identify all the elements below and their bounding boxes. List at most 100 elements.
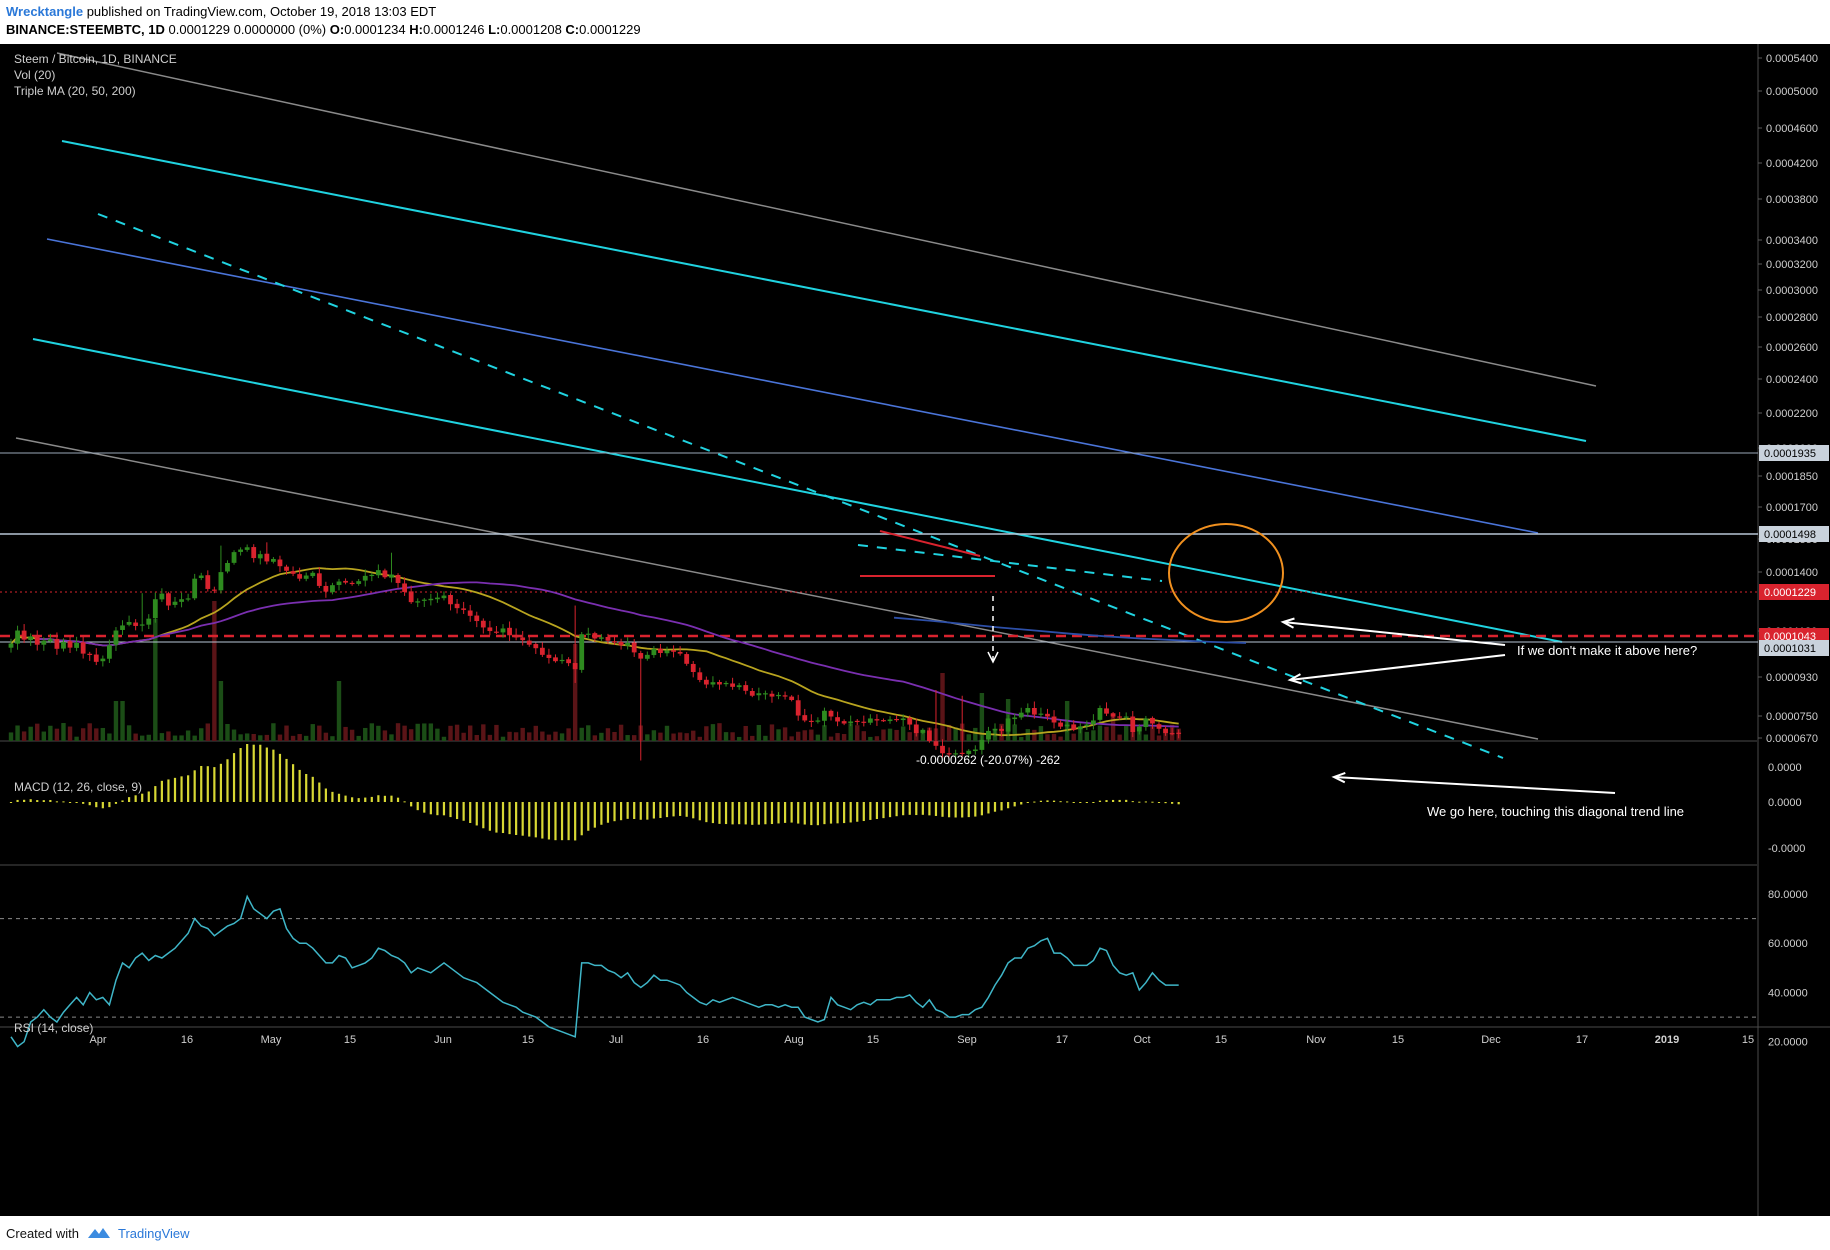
macd-bar	[1157, 802, 1161, 803]
candle-body	[323, 585, 329, 592]
macd-bar	[213, 767, 216, 802]
candle-body	[526, 640, 532, 645]
volume-bar	[225, 723, 230, 741]
volume-bar	[172, 735, 178, 741]
candle-body	[218, 572, 224, 591]
volume-bar	[684, 733, 689, 741]
macd-bar	[1098, 800, 1102, 802]
candle-body	[703, 679, 709, 685]
macd-bar	[206, 766, 209, 802]
volume-bar	[1091, 730, 1096, 741]
volume-bar	[258, 735, 263, 741]
price-label-text: 0.0001935	[1764, 448, 1816, 460]
volume-bar	[389, 734, 394, 741]
volume-bar	[1084, 731, 1090, 741]
volume-bar	[369, 723, 374, 741]
macd-bar	[239, 748, 242, 802]
candle-body	[579, 634, 585, 670]
candle-body	[382, 570, 388, 578]
chart-canvas[interactable]: 0.0005400 0.0005000 0.0004600 0.0004200 0.00…	[0, 44, 1830, 1216]
macd-bar	[82, 802, 85, 804]
volume-bar	[140, 735, 145, 741]
macd-bar	[141, 793, 144, 802]
candle-body	[631, 642, 637, 653]
candle-body	[349, 582, 355, 585]
volume-bar	[94, 728, 99, 741]
time-tick-label: Dec	[1481, 1034, 1501, 1046]
macd-bar	[1059, 801, 1062, 803]
volume-bar	[448, 725, 453, 741]
candle-body	[310, 572, 316, 577]
macd-bar	[75, 802, 78, 803]
volume-bar	[100, 727, 106, 741]
volume-bar	[468, 725, 473, 741]
candle-body	[415, 601, 421, 603]
macd-bar	[915, 802, 918, 816]
candle-body	[1071, 724, 1077, 730]
macd-bar	[200, 765, 203, 802]
volume-bar	[435, 728, 440, 741]
candle-body	[1058, 722, 1063, 727]
macd-bar	[337, 793, 341, 802]
volume-bar	[809, 729, 814, 741]
candle-body	[736, 685, 742, 688]
volume-bar	[343, 726, 348, 741]
macd-bar	[495, 802, 498, 833]
candle-body	[336, 581, 342, 586]
candle-body	[822, 710, 827, 721]
candle-body	[290, 571, 296, 574]
macd-bar	[947, 802, 951, 818]
legend-macd: MACD (12, 26, close, 9)	[14, 780, 142, 794]
macd-bar	[95, 802, 98, 808]
candle-body	[972, 749, 978, 752]
volume-bar	[1058, 736, 1063, 741]
volume-bar	[540, 731, 545, 741]
macd-bar	[1046, 800, 1049, 802]
macd-bar	[49, 799, 52, 802]
volume-bar	[317, 725, 322, 741]
macd-bar	[672, 802, 675, 817]
tradingview-link[interactable]: TradingView	[118, 1226, 190, 1241]
macd-bar	[993, 802, 997, 812]
macd-bar	[974, 802, 977, 817]
volume-bar	[1150, 726, 1155, 741]
author-link[interactable]: Wrecktangle	[6, 4, 83, 19]
candle-body	[1031, 707, 1037, 715]
macd-bar	[679, 802, 682, 816]
macd-bar	[187, 775, 190, 802]
time-tick-label: 16	[697, 1034, 709, 1046]
candle-body	[408, 591, 414, 603]
candle-body	[15, 630, 20, 644]
candle-body	[454, 603, 460, 609]
volume-bar	[874, 736, 880, 741]
macd-bar	[246, 744, 249, 802]
candle-body	[21, 630, 27, 640]
macd-bar	[423, 802, 426, 813]
candle-body	[808, 720, 814, 723]
candle-body	[166, 593, 171, 606]
macd-bar	[692, 802, 695, 819]
volume-bar	[395, 723, 401, 741]
volume-bar	[1117, 734, 1122, 741]
macd-bar	[718, 802, 721, 824]
volume-bar	[1143, 734, 1149, 741]
macd-bar	[370, 796, 373, 802]
chart-area[interactable]: 0.0005400 0.0005000 0.0004600 0.0004200 0.00…	[0, 44, 1830, 1216]
annotations	[987, 523, 1616, 794]
cyan-channel-upper	[61, 140, 1587, 442]
candle-body	[572, 663, 578, 670]
volume-bar	[199, 728, 204, 741]
candle-body	[303, 575, 309, 579]
macd-bar	[895, 802, 898, 817]
macd-bar	[403, 801, 406, 803]
volume-bar	[966, 734, 971, 741]
volume-bar	[376, 725, 381, 741]
footer: Created with TradingView	[0, 1216, 1830, 1250]
note-go-here: We go here, touching this diagonal trend…	[1427, 804, 1684, 819]
candle-body	[507, 627, 512, 636]
macd-bar	[16, 799, 19, 802]
candle-body	[1143, 718, 1149, 728]
macd-bar	[652, 802, 655, 819]
candle-body	[461, 608, 467, 610]
macd-bar	[167, 779, 170, 802]
